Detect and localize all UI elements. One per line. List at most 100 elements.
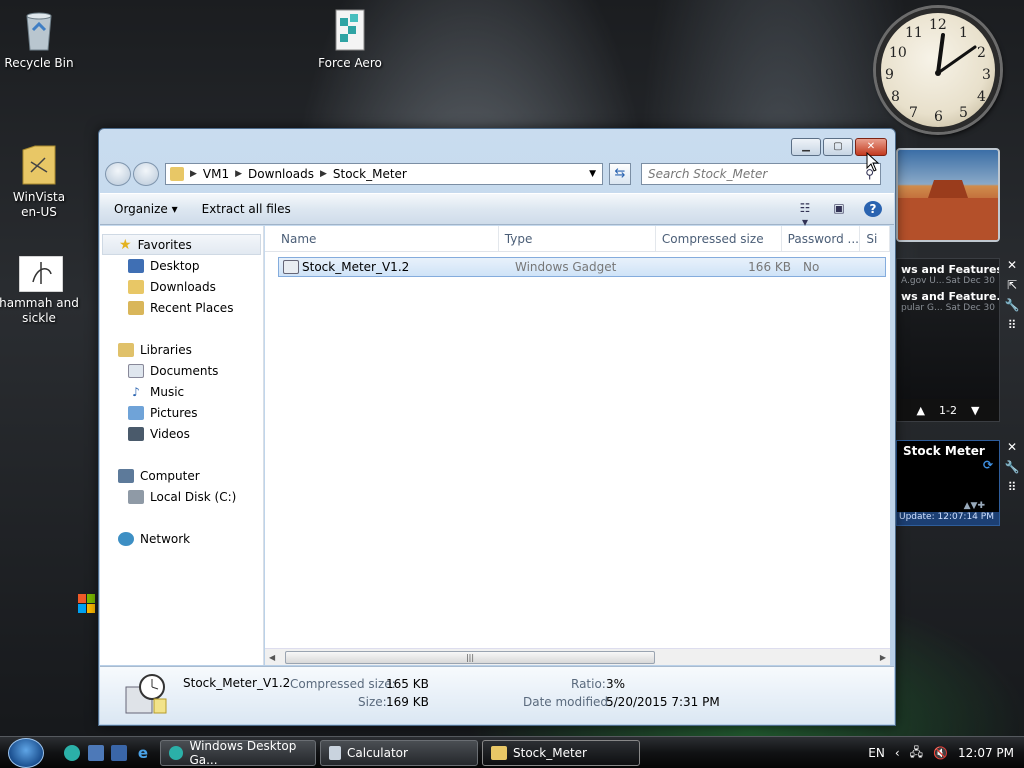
taskbar-button-stock-meter[interactable]: Stock_Meter	[482, 740, 640, 766]
column-header-type[interactable]: Type	[499, 226, 656, 251]
feed-headlines-gadget[interactable]: ws and Features f... A.gov U...Sat Dec 3…	[896, 258, 1000, 422]
column-header-name[interactable]: Name	[265, 226, 499, 251]
nav-music[interactable]: ♪ Music	[100, 381, 263, 402]
slideshow-gadget[interactable]	[896, 148, 1000, 242]
taskbar-button-calculator[interactable]: Calculator	[320, 740, 478, 766]
stock-scroll-icons[interactable]: ▲▼✚	[964, 501, 985, 511]
tray-expand-icon[interactable]: ‹	[895, 746, 900, 760]
horizontal-scrollbar[interactable]: ◀ ||| ▶	[265, 648, 890, 665]
clock-time[interactable]: 12:07 PM	[958, 746, 1014, 760]
back-button[interactable]	[105, 162, 131, 186]
stock-meter-gadget[interactable]: Stock Meter ⟳ ▲▼✚ Update: 12:07:14 PM	[896, 440, 1000, 526]
breadcrumb-vm1[interactable]: VM1	[203, 167, 229, 181]
quicklaunch-show-desktop-icon[interactable]	[111, 745, 127, 761]
hard-drive-icon	[128, 489, 144, 504]
system-tray: EN ‹ 🖧 🔇 12:07 PM	[868, 737, 1014, 768]
quicklaunch-gadget-icon[interactable]	[64, 745, 80, 761]
feed-item[interactable]: ws and Features f... A.gov U...Sat Dec 3…	[897, 259, 999, 286]
column-header-compressed-size[interactable]: Compressed size	[656, 226, 782, 251]
preview-pane-icon[interactable]: ▣	[830, 201, 848, 217]
gadget-options-icon[interactable]: 🔧	[1004, 298, 1020, 314]
internet-explorer-icon[interactable]: e	[135, 745, 151, 761]
file-type: Windows Gadget	[515, 260, 617, 274]
file-row[interactable]: Stock_Meter_V1.2 Windows Gadget 166 KB N…	[278, 257, 886, 277]
desktop-icon-recycle-bin[interactable]: Recycle Bin	[0, 8, 79, 71]
feed-prev-icon[interactable]: ▲	[917, 404, 925, 417]
refresh-button[interactable]: ⇆	[609, 163, 631, 185]
breadcrumb-separator-icon[interactable]: ▶	[320, 169, 327, 179]
desktop-icon-hammah[interactable]: hammah and sickle	[0, 226, 79, 341]
nav-favorites[interactable]: ★ Favorites	[102, 234, 261, 255]
scroll-right-icon[interactable]: ▶	[880, 653, 886, 662]
gadget-close-icon[interactable]: ✕	[1004, 258, 1020, 274]
quicklaunch-switcher-icon[interactable]	[88, 745, 104, 761]
clock-gadget[interactable]: 12 1 2 3 4 5 6 7 8 9 10 11	[876, 8, 1000, 132]
nav-computer[interactable]: Computer	[100, 465, 263, 486]
desktop-icon-force-aero[interactable]: Force Aero	[310, 8, 390, 71]
desktop-icon-winvista[interactable]: WinVista en-US	[0, 112, 79, 235]
nav-network[interactable]: Network	[100, 528, 263, 549]
column-header-size[interactable]: Si	[860, 226, 890, 251]
start-button[interactable]	[8, 738, 44, 768]
breadcrumb-separator-icon[interactable]: ▶	[190, 169, 197, 179]
file-list[interactable]: Name Type Compressed size Password ... S…	[265, 226, 890, 665]
mesa-photo	[898, 180, 998, 240]
organize-button[interactable]: Organize ▾	[114, 202, 178, 216]
folder-icon	[170, 167, 184, 181]
details-size-label: Size:	[358, 695, 387, 709]
gadget-options-icon[interactable]: 🔧	[1004, 460, 1020, 476]
feed-item-title: ws and Feature...	[901, 290, 999, 303]
nav-label: Network	[140, 531, 191, 546]
recent-places-icon	[128, 300, 144, 315]
feed-item-date: Sat Dec 30	[945, 276, 995, 286]
search-input[interactable]: Search Stock_Meter ⚲	[641, 163, 881, 185]
nav-videos[interactable]: Videos	[100, 423, 263, 444]
nav-label: Videos	[150, 426, 190, 441]
nav-pictures[interactable]: Pictures	[100, 402, 263, 423]
taskbar-label: Windows Desktop Ga...	[189, 739, 297, 767]
gadget-size-icon[interactable]: ⇱	[1004, 278, 1020, 294]
taskbar-label: Stock_Meter	[513, 746, 587, 760]
desktop-icon-label: Recycle Bin	[4, 56, 74, 70]
nav-label: Downloads	[150, 279, 216, 294]
view-options-icon[interactable]: ☷ ▾	[796, 201, 814, 229]
nav-libraries[interactable]: Libraries	[100, 339, 263, 360]
refresh-icon[interactable]: ⟳	[983, 458, 993, 472]
help-icon[interactable]: ?	[864, 201, 882, 217]
address-bar[interactable]: ▶ VM1 ▶ Downloads ▶ Stock_Meter ▼	[165, 163, 603, 185]
column-header-password[interactable]: Password ...	[782, 226, 861, 251]
scroll-left-icon[interactable]: ◀	[269, 653, 275, 662]
navigation-pane[interactable]: ★ Favorites Desktop Downloads Recent Pla…	[100, 226, 264, 665]
language-indicator[interactable]: EN	[868, 746, 885, 760]
breadcrumb-downloads[interactable]: Downloads	[248, 167, 314, 181]
nav-recent-places[interactable]: Recent Places	[100, 297, 263, 318]
gadget-drag-handle-icon[interactable]: ⠿	[1004, 480, 1020, 496]
taskbar-label: Calculator	[347, 746, 408, 760]
documents-icon	[128, 363, 144, 378]
nav-desktop[interactable]: Desktop	[100, 255, 263, 276]
computer-icon	[118, 468, 134, 483]
maximize-button[interactable]: ▢	[823, 138, 853, 156]
breadcrumb-stock-meter[interactable]: Stock_Meter	[333, 167, 407, 181]
explorer-window[interactable]: ▁ ▢ ✕ ▶ VM1 ▶ Downloads ▶ Stock_Meter ▼ …	[98, 128, 896, 726]
desktop-icon	[128, 258, 144, 273]
forward-button[interactable]	[133, 162, 159, 186]
breadcrumb-separator-icon[interactable]: ▶	[235, 169, 242, 179]
nav-documents[interactable]: Documents	[100, 360, 263, 381]
gadget-drag-handle-icon[interactable]: ⠿	[1004, 318, 1020, 334]
volume-muted-icon[interactable]: 🔇	[933, 746, 948, 760]
nav-downloads[interactable]: Downloads	[100, 276, 263, 297]
scrollbar-thumb[interactable]: |||	[285, 650, 655, 664]
network-tray-icon[interactable]: 🖧	[910, 743, 923, 764]
feed-item[interactable]: ws and Feature... pular G... Sat Dec 30	[897, 286, 999, 313]
address-dropdown-icon[interactable]: ▼	[589, 169, 596, 179]
taskbar-button-gadgets[interactable]: Windows Desktop Ga...	[160, 739, 316, 767]
minimize-button[interactable]: ▁	[791, 138, 821, 156]
nav-local-disk[interactable]: Local Disk (C:)	[100, 486, 263, 507]
extract-all-files-button[interactable]: Extract all files	[202, 202, 291, 216]
gadget-close-icon[interactable]: ✕	[1004, 440, 1020, 456]
feed-next-icon[interactable]: ▼	[971, 404, 979, 417]
calculator-icon	[329, 746, 341, 760]
nav-label: Favorites	[137, 237, 192, 252]
calculator-gadget-icon	[124, 673, 168, 715]
